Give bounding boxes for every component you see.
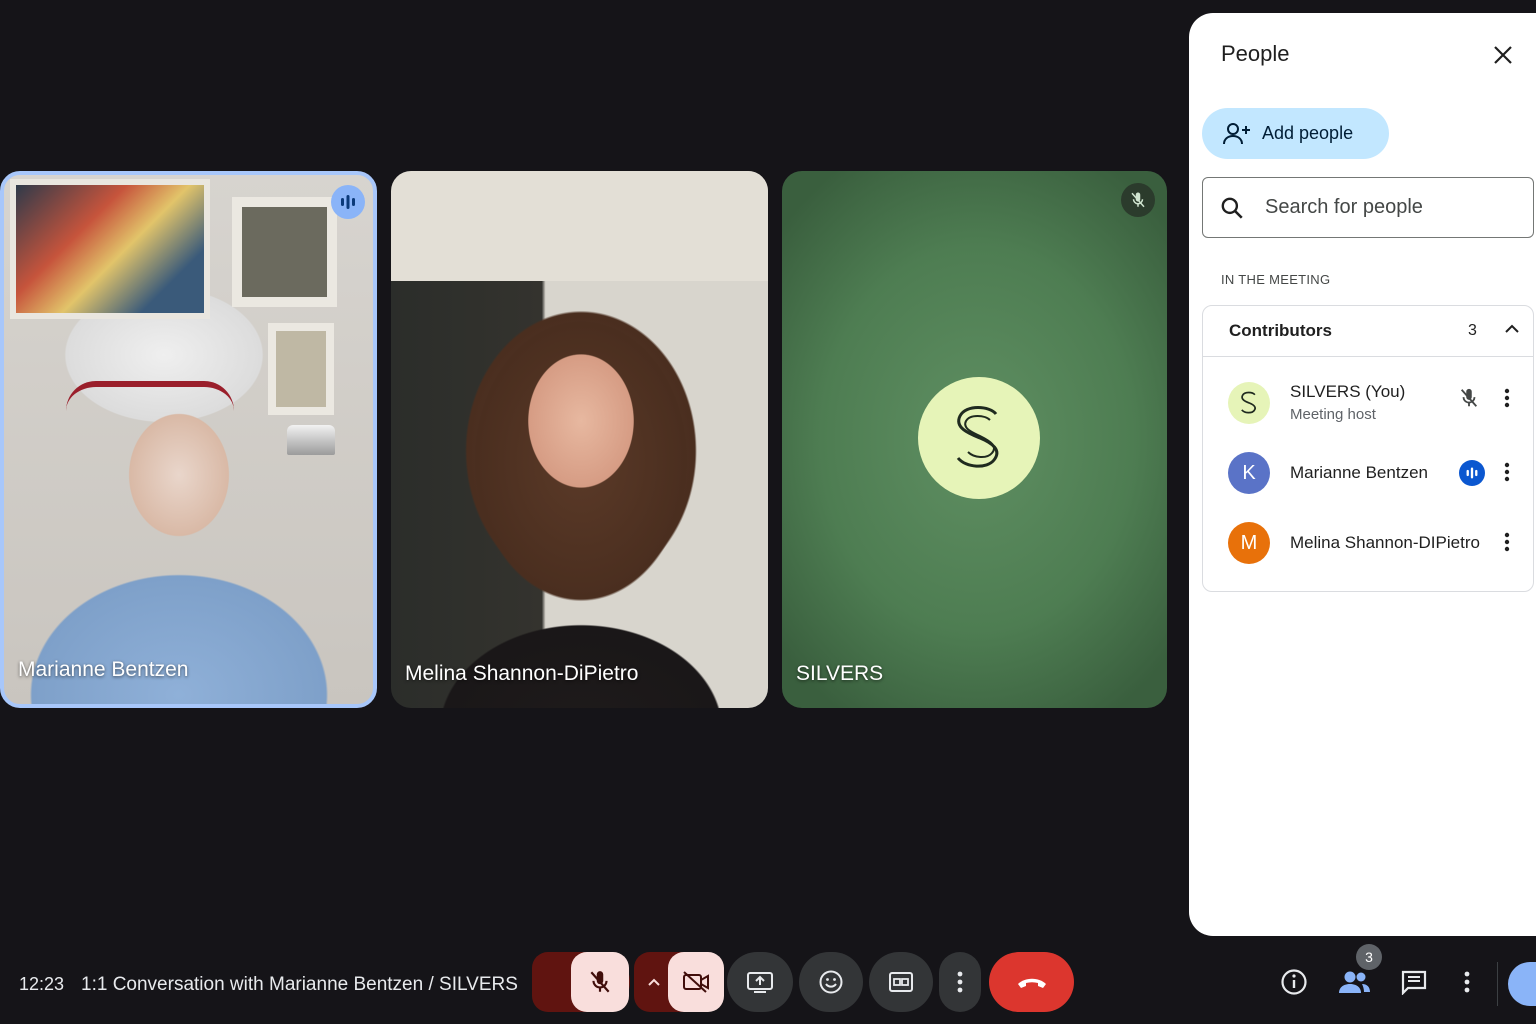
bottom-bar: 12:23 1:1 Conversation with Marianne Ben… [0,940,1536,1024]
activities-button[interactable] [1508,962,1536,1006]
more-options-button[interactable] [939,952,981,1012]
group-label: Contributors [1229,321,1332,340]
contributors-group: Contributors 3 SILVERS (You) Meeting hos… [1202,305,1534,592]
tile-name-label: Marianne Bentzen [18,658,189,681]
add-person-icon [1223,122,1250,144]
person-row-silvers[interactable]: SILVERS (You) Meeting host [1203,372,1533,432]
mic-off-icon [590,971,610,993]
people-button[interactable] [1338,966,1370,998]
toolbar-divider [1497,962,1498,1006]
more-options-icon[interactable] [1499,460,1515,484]
reactions-button[interactable] [799,952,863,1012]
panel-title: People [1221,41,1290,66]
person-row-marianne[interactable]: K Marianne Bentzen [1203,452,1533,512]
more-options-icon[interactable] [1499,530,1515,554]
video-tile-marianne[interactable]: Marianne Bentzen [0,171,377,708]
avatar: K [1228,452,1270,494]
search-icon [1221,197,1243,219]
chat-button[interactable] [1398,966,1430,998]
close-icon [1494,46,1512,64]
wall-lamp [287,425,335,455]
more-actions-button[interactable] [1451,966,1483,998]
video-stage: Marianne Bentzen Melina Shannon-DiPietro… [0,0,1188,940]
tile-name-label: SILVERS [796,662,884,685]
more-options-icon[interactable] [1499,386,1515,410]
camera-options-button[interactable] [640,952,668,1012]
captions-icon [889,972,913,992]
camera-off-icon [683,971,709,993]
wall-frame-small [268,323,334,415]
person-figure [391,171,768,708]
present-button[interactable] [727,952,793,1012]
people-icon [1339,971,1370,993]
present-icon [747,972,773,993]
tile-name-label: Melina Shannon-DiPietro [405,662,639,685]
info-icon [1281,969,1307,995]
meeting-title: 1:1 Conversation with Marianne Bentzen /… [81,974,518,995]
person-name: Marianne Bentzen [1290,463,1428,482]
clock: 12:23 [19,974,65,994]
meeting-details-button[interactable] [1278,966,1310,998]
people-panel: People Add people Search for people IN T… [1189,13,1536,936]
leave-call-button[interactable] [989,952,1074,1012]
person-name: Melina Shannon-DIPietro [1290,533,1480,552]
emoji-icon [819,970,843,994]
section-label: IN THE MEETING [1221,272,1331,287]
more-icon [1464,971,1470,993]
captions-button[interactable] [869,952,933,1012]
search-placeholder: Search for people [1265,196,1423,218]
person-row-melina[interactable]: M Melina Shannon-DIPietro [1203,522,1533,582]
mic-off-icon [1456,385,1482,411]
add-people-button[interactable]: Add people [1202,108,1389,159]
mic-off-icon [1121,183,1155,217]
avatar [1228,382,1270,424]
video-tile-melina[interactable]: Melina Shannon-DiPietro [391,171,768,708]
add-people-label: Add people [1262,123,1354,143]
speaking-indicator-icon [1459,460,1485,486]
chat-icon [1401,970,1427,995]
group-count: 3 [1468,322,1477,339]
camera-toggle-button[interactable] [668,952,724,1012]
speaking-indicator-icon [331,185,365,219]
person-name: SILVERS (You) [1290,382,1406,401]
silvers-avatar [918,377,1040,499]
video-tile-silvers[interactable]: SILVERS [782,171,1167,708]
glasses-shape [66,381,234,427]
wall-painting [10,179,210,319]
mic-toggle-button[interactable] [571,952,629,1012]
avatar: M [1228,522,1270,564]
contributors-header[interactable]: Contributors 3 [1203,306,1533,357]
more-icon [957,971,963,993]
person-subtitle: Meeting host [1290,406,1376,423]
close-panel-button[interactable] [1487,39,1519,71]
chevron-up-icon[interactable] [1503,320,1521,343]
search-people-field[interactable]: Search for people [1202,177,1534,238]
wall-frame [232,197,337,307]
hang-up-icon [1017,978,1046,988]
chevron-up-icon [648,978,660,986]
